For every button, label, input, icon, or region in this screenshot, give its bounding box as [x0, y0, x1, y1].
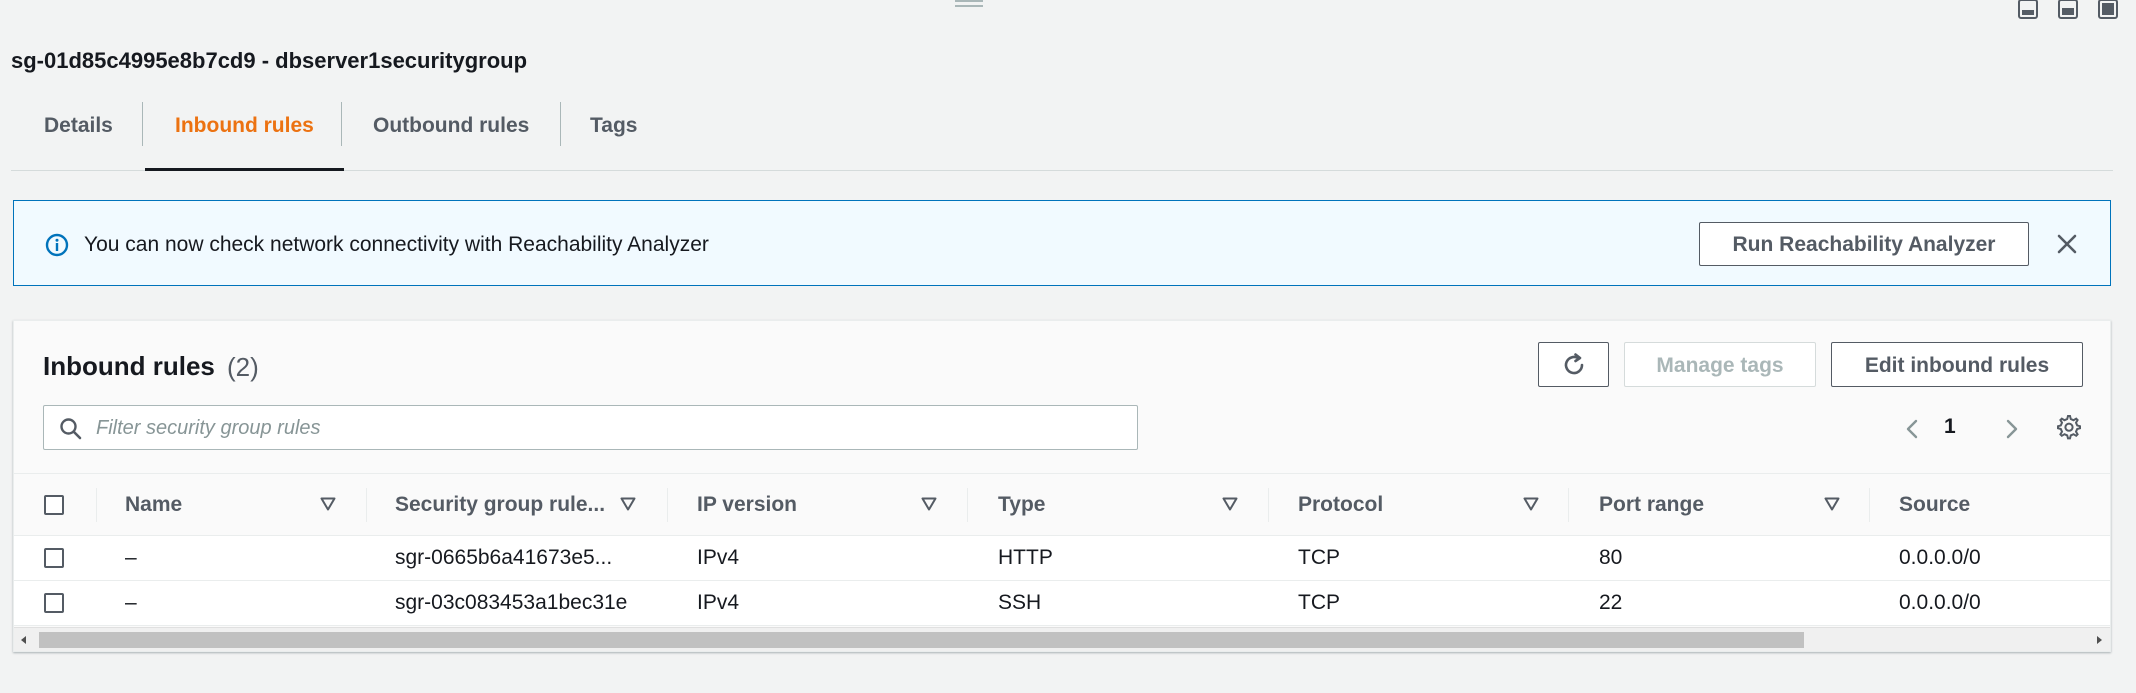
cell-source: 0.0.0.0/0: [1899, 591, 1981, 614]
horizontal-scrollbar[interactable]: [14, 627, 2110, 651]
row-checkbox[interactable]: [44, 593, 64, 613]
table-count: (2): [227, 352, 259, 382]
close-icon[interactable]: [2054, 231, 2080, 257]
cell-rule-id: sgr-0665b6a41673e5...: [395, 546, 613, 569]
panel-full-icon[interactable]: [2096, 0, 2120, 20]
table-row[interactable]: – sgr-0665b6a41673e5... IPv4 HTTP TCP 80…: [14, 536, 2110, 581]
refresh-button[interactable]: [1538, 342, 1609, 387]
tab-outbound-rules[interactable]: Outbound rules: [373, 96, 529, 170]
cell-rule-id: sgr-03c083453a1bec31e: [395, 591, 628, 614]
sort-down-icon[interactable]: [1523, 497, 1539, 511]
column-header-ip-version[interactable]: IP version: [697, 474, 797, 535]
cell-type: HTTP: [998, 546, 1053, 569]
split-panel-drag-handle[interactable]: [955, 0, 983, 10]
tab-separator: [560, 102, 561, 146]
inbound-rules-table-container: Inbound rules (2) Manage tags Edit inbou…: [13, 320, 2111, 652]
sort-down-icon[interactable]: [1222, 497, 1238, 511]
cell-protocol: TCP: [1298, 546, 1340, 569]
current-page-number[interactable]: 1: [1944, 415, 1956, 439]
column-header-source[interactable]: Source: [1899, 474, 1970, 535]
table-row[interactable]: – sgr-03c083453a1bec31e IPv4 SSH TCP 22 …: [14, 581, 2110, 626]
table-header-row: Name Security group rule... IP version T…: [14, 473, 2110, 536]
select-all-checkbox[interactable]: [44, 495, 64, 515]
rules-table: Name Security group rule... IP version T…: [14, 473, 2110, 626]
refresh-icon: [1564, 353, 1583, 375]
column-header-port-range[interactable]: Port range: [1599, 474, 1704, 535]
sort-down-icon[interactable]: [620, 497, 636, 511]
cell-name: –: [125, 546, 137, 569]
tab-separator: [142, 102, 143, 146]
cell-type: SSH: [998, 591, 1042, 614]
tab-separator: [341, 102, 342, 146]
search-input[interactable]: [94, 406, 1128, 451]
scrollbar-thumb[interactable]: [39, 632, 1804, 648]
manage-tags-button[interactable]: Manage tags: [1624, 342, 1816, 387]
scroll-left-icon[interactable]: [18, 634, 30, 646]
cell-port-range: 80: [1599, 546, 1623, 569]
sort-down-icon[interactable]: [1824, 497, 1840, 511]
previous-page-icon[interactable]: [1901, 417, 1925, 443]
column-header-protocol[interactable]: Protocol: [1298, 474, 1383, 535]
cell-ip-version: IPv4: [697, 591, 740, 614]
sort-down-icon[interactable]: [320, 497, 336, 511]
column-separator: [967, 488, 968, 522]
panel-bottom-icon[interactable]: [2016, 0, 2040, 20]
run-reachability-analyzer-button[interactable]: Run Reachability Analyzer: [1699, 222, 2029, 266]
banner-message: You can now check network connectivity w…: [84, 233, 709, 256]
column-separator: [366, 488, 367, 522]
row-checkbox[interactable]: [44, 548, 64, 568]
column-separator: [1869, 488, 1870, 522]
edit-inbound-rules-button[interactable]: Edit inbound rules: [1831, 342, 2083, 387]
search-icon: [59, 417, 82, 440]
cell-protocol: TCP: [1298, 591, 1340, 614]
info-icon: [45, 233, 69, 257]
cell-name: –: [125, 591, 137, 614]
tab-details[interactable]: Details: [44, 96, 113, 170]
tab-bar: Details Inbound rules Outbound rules Tag…: [11, 96, 2113, 171]
security-group-detail-panel: sg-01d85c4995e8b7cd9 - dbserver1security…: [0, 0, 2136, 693]
search-box: [43, 405, 1138, 451]
next-page-icon[interactable]: [1999, 417, 2023, 443]
table-title: Inbound rules: [43, 351, 215, 381]
cell-ip-version: IPv4: [697, 546, 740, 569]
column-header-security-group-rule[interactable]: Security group rule...: [395, 474, 605, 535]
column-separator: [1568, 488, 1569, 522]
page-title: sg-01d85c4995e8b7cd9 - dbserver1security…: [11, 48, 528, 73]
sort-down-icon[interactable]: [921, 497, 937, 511]
scroll-right-icon[interactable]: [2093, 634, 2105, 646]
column-separator: [96, 488, 97, 522]
tab-tags[interactable]: Tags: [590, 96, 637, 170]
column-header-type[interactable]: Type: [998, 474, 1045, 535]
column-separator: [667, 488, 668, 522]
panel-side-icon[interactable]: [2056, 0, 2080, 20]
column-header-name[interactable]: Name: [125, 474, 182, 535]
info-banner: You can now check network connectivity w…: [13, 200, 2111, 286]
gear-icon[interactable]: [2054, 413, 2082, 441]
tab-inbound-rules[interactable]: Inbound rules: [145, 96, 344, 171]
cell-port-range: 22: [1599, 591, 1623, 614]
cell-source: 0.0.0.0/0: [1899, 546, 1981, 569]
column-separator: [1268, 488, 1269, 522]
